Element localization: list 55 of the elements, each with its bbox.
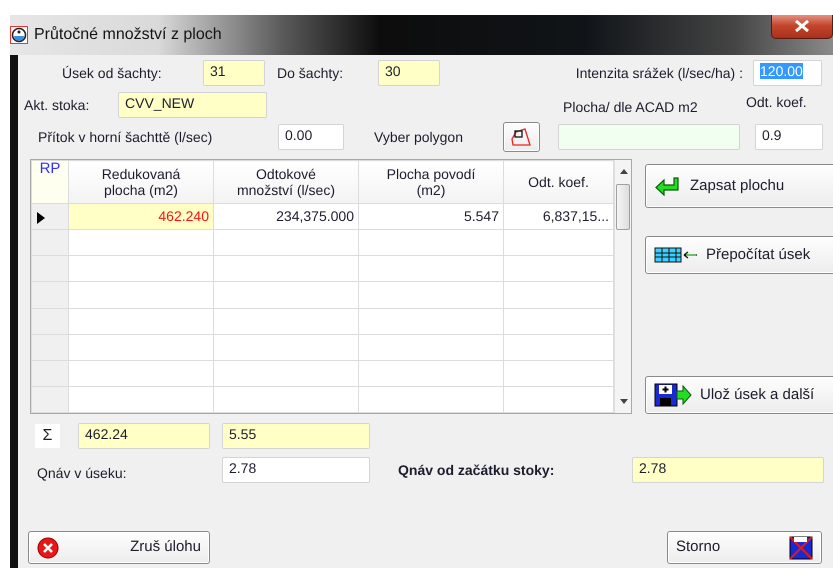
close-button[interactable] (771, 15, 833, 39)
scroll-up-icon (620, 169, 628, 174)
table-arrow-icon (654, 247, 698, 263)
row-header-cell (32, 282, 68, 308)
action-button[interactable]: Zapsat plochu (645, 164, 833, 208)
close-icon (794, 20, 810, 32)
row-header-cell (32, 360, 68, 386)
action-button[interactable]: Ulož úsek a další (645, 376, 833, 414)
scroll-down-icon (620, 399, 628, 404)
table-cell: 5.547 (358, 204, 504, 230)
scrollbar-thumb[interactable] (616, 184, 630, 230)
column-header: RP (32, 160, 68, 204)
input-field[interactable]: 462.24 (78, 423, 210, 449)
input-field[interactable]: 0.00 (278, 124, 344, 150)
field-label: Úsek od šachty: (62, 64, 163, 83)
column-header: Plocha povodí (m2) (386, 166, 476, 198)
field-label: Qnáv v úseku: (37, 464, 128, 483)
field-label: Odt. koef. (746, 93, 808, 112)
row-header-cell (32, 308, 68, 334)
close-circle-icon (37, 536, 59, 558)
row-header-cell (32, 256, 68, 282)
input-field[interactable]: 31 (203, 60, 265, 86)
input-field[interactable]: 0.9 (755, 124, 823, 150)
window-title: Průtočné množství z ploch (34, 25, 222, 45)
input-field[interactable]: 2.78 (632, 457, 824, 483)
column-header: Odtokové množství (l/sec) (236, 166, 336, 198)
floppy-arrow-icon (654, 383, 692, 407)
field-label: Přítok v horní šachttě (l/sec) (38, 128, 214, 147)
field-label: Qnáv od začátku stoky: (398, 460, 556, 480)
field-label: Intenzita srážek (l/sec/ha) : (574, 64, 743, 83)
column-header: Redukovaná plocha (m2) (100, 166, 182, 198)
polygon-button[interactable] (503, 122, 540, 152)
polygon-icon (510, 126, 532, 148)
action-button[interactable]: Zruš úlohu (28, 531, 210, 564)
scrollbar[interactable] (614, 160, 631, 413)
input-field[interactable]: 30 (378, 60, 440, 86)
sum-symbol: Σ (35, 424, 60, 448)
input-field[interactable]: 5.55 (222, 423, 370, 449)
cross-square-icon (789, 536, 813, 560)
field-label: Vyber polygon (374, 128, 464, 147)
row-header-cell (32, 386, 68, 412)
table-cell: 234,375.000 (214, 204, 358, 230)
input-field[interactable]: 2.78 (222, 457, 370, 483)
table-cell: 462.240 (68, 204, 214, 230)
field-label: Plocha/ dle ACAD m2 (563, 98, 699, 117)
action-button[interactable]: Přepočítat úsek (645, 236, 833, 274)
field-label: Do šachty: (277, 64, 344, 83)
column-header: Odt. koef. (528, 174, 589, 190)
action-button[interactable]: Storno (667, 531, 822, 564)
field-label: Akt. stoka: (24, 96, 90, 114)
input-field[interactable] (558, 124, 740, 150)
row-header-cell (32, 334, 68, 360)
app-icon (10, 26, 28, 44)
table-cell: 6,837,15... (504, 204, 614, 230)
input-field[interactable]: CVV_NEW (118, 92, 267, 118)
